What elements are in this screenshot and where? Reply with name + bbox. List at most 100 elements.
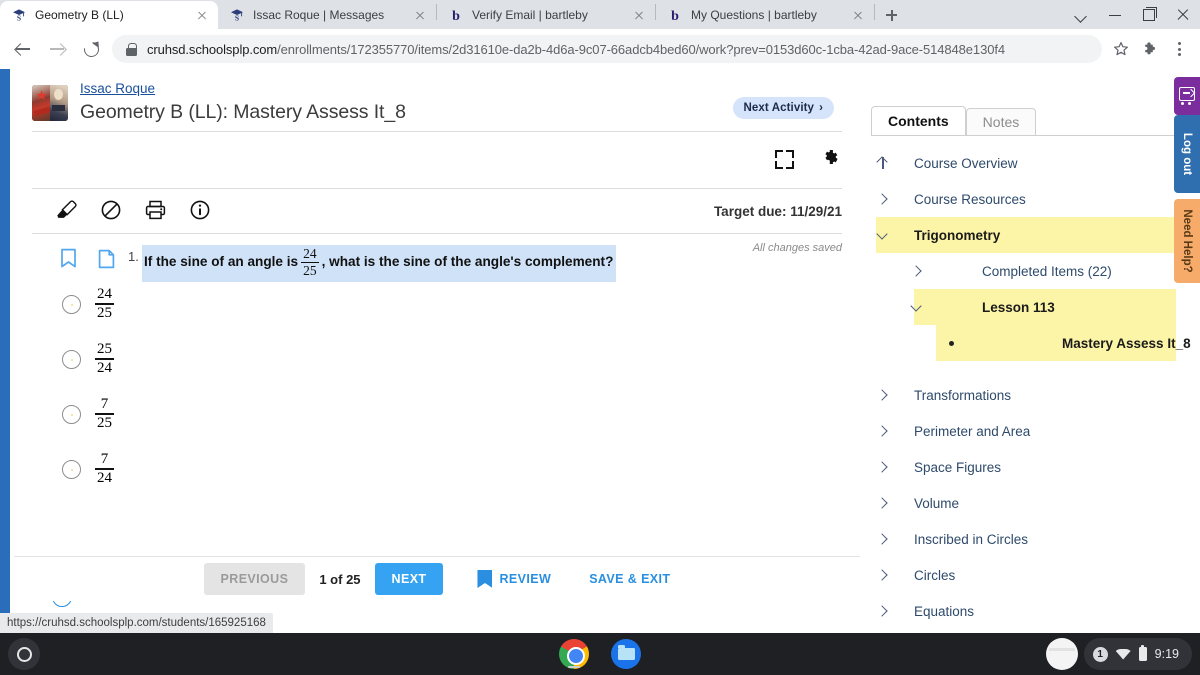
minimize-icon[interactable] <box>1098 0 1132 29</box>
clock-time: 9:19 <box>1154 647 1179 661</box>
fraction-numerator: 24 <box>303 246 317 261</box>
browser-tab-2[interactable]: S Issac Roque | Messages <box>218 1 436 29</box>
radio-button[interactable] <box>62 295 81 314</box>
answer-choice[interactable]: 7 25 <box>14 395 860 450</box>
browser-tab-title: Issac Roque | Messages <box>253 8 385 22</box>
toc-label: Course Overview <box>914 155 1018 171</box>
question-row: 1. If the sine of an angle is 24 25 , wh… <box>14 245 860 282</box>
bookmark-icon[interactable] <box>60 248 77 269</box>
save-and-exit-button[interactable]: SAVE & EXIT <box>589 572 670 586</box>
files-app-button[interactable] <box>611 639 641 669</box>
maximize-icon[interactable] <box>1132 0 1166 29</box>
previous-button[interactable]: PREVIOUS <box>203 563 306 595</box>
browser-tab-3[interactable]: b Verify Email | bartleby <box>437 1 655 29</box>
target-due-text: Target due: 11/29/21 <box>713 204 842 219</box>
toc-item-inscribed-in-circles[interactable]: Inscribed in Circles <box>866 521 1200 557</box>
contents-panel: Contents Notes Course Overview Course Re… <box>866 69 1200 633</box>
chevron-down-icon[interactable] <box>1064 0 1098 29</box>
extensions-icon[interactable] <box>1136 34 1166 64</box>
app-running-dot <box>568 666 580 668</box>
need-help-button[interactable]: Need Help? <box>1174 199 1200 283</box>
choice-fraction: 24 25 <box>95 286 114 321</box>
fraction-numerator: 7 <box>100 396 109 412</box>
close-icon[interactable] <box>412 7 428 23</box>
answer-choice[interactable]: 25 24 <box>14 340 860 395</box>
close-icon[interactable] <box>194 7 210 23</box>
toc-item-course-overview[interactable]: Course Overview <box>866 145 1200 181</box>
radio-button[interactable] <box>62 460 81 479</box>
chevron-right-icon <box>876 424 890 438</box>
cart-button[interactable] <box>1174 77 1200 115</box>
chevron-right-icon: › <box>819 102 823 114</box>
review-button[interactable]: REVIEW <box>477 570 551 588</box>
choice-fraction: 25 24 <box>95 341 114 376</box>
toc-item-transformations[interactable]: Transformations <box>866 377 1200 413</box>
browser-menu-icon[interactable] <box>1166 34 1192 64</box>
chevron-right-icon <box>876 388 890 402</box>
toc-item-space-figures[interactable]: Space Figures <box>866 449 1200 485</box>
logout-button[interactable]: Log out <box>1174 115 1200 193</box>
close-icon[interactable] <box>850 7 866 23</box>
annotation-tools-row: Target due: 11/29/21 All changes saved <box>14 189 860 254</box>
toc-item-course-resources[interactable]: Course Resources <box>866 181 1200 217</box>
files-icon <box>611 639 641 669</box>
svg-text:b: b <box>452 9 460 23</box>
browser-tab-title: Geometry B (LL) <box>35 8 124 22</box>
panel-tabs-underline <box>871 135 1191 136</box>
answer-choice[interactable]: 7 24 <box>14 450 860 505</box>
question-number: 1. <box>128 249 139 264</box>
radio-button[interactable] <box>62 350 81 369</box>
toc-item-mastery-assess-it-8[interactable]: Mastery Assess It_8 <box>866 325 1200 361</box>
fraction-numerator: 24 <box>97 286 112 302</box>
bartleby-b-icon: b <box>667 7 683 24</box>
close-window-icon[interactable] <box>1166 0 1200 29</box>
answer-choice[interactable]: 24 25 <box>14 285 860 340</box>
url-path: /enrollments/172355770/items/2d31610e-da… <box>277 41 1005 57</box>
toc-label: Circles <box>914 567 956 583</box>
system-tray[interactable]: 1 9:19 <box>1045 638 1192 670</box>
next-activity-button[interactable]: Next Activity › <box>732 97 834 119</box>
chevron-down-icon <box>876 228 890 242</box>
toc-item-trigonometry[interactable]: Trigonometry <box>866 217 1200 253</box>
toc-item-lesson-113[interactable]: Lesson 113 <box>866 289 1200 325</box>
note-icon[interactable] <box>98 249 115 269</box>
new-tab-button[interactable] <box>877 1 905 29</box>
print-icon[interactable] <box>144 199 167 226</box>
annotation-tools <box>54 199 211 226</box>
avatar <box>32 85 68 121</box>
toc-item-perimeter-and-area[interactable]: Perimeter and Area <box>866 413 1200 449</box>
toc-item-volume[interactable]: Volume <box>866 485 1200 521</box>
address-bar[interactable]: cruhsd.schoolsplp.com/enrollments/172355… <box>112 35 1102 63</box>
next-button[interactable]: NEXT <box>374 563 444 595</box>
battery-icon <box>1138 644 1147 661</box>
back-icon[interactable] <box>8 34 38 64</box>
radio-button[interactable] <box>62 405 81 424</box>
gear-icon[interactable] <box>820 147 840 172</box>
forward-icon[interactable] <box>42 34 72 64</box>
highlighter-icon[interactable] <box>54 199 78 226</box>
reload-icon[interactable] <box>76 34 106 64</box>
tab-contents[interactable]: Contents <box>871 106 966 135</box>
browser-tab-1[interactable]: S Geometry B (LL) <box>0 1 218 29</box>
clear-highlight-icon[interactable] <box>100 199 122 226</box>
fullscreen-icon[interactable] <box>775 150 794 169</box>
tab-notes[interactable]: Notes <box>965 108 1037 135</box>
close-icon[interactable] <box>631 7 647 23</box>
chevron-right-icon <box>910 264 924 278</box>
avatar[interactable] <box>1045 638 1078 670</box>
bookmark-star-icon[interactable] <box>1106 34 1136 64</box>
student-name-link[interactable]: Issac Roque <box>80 81 155 97</box>
toc-item-equations[interactable]: Equations <box>866 593 1200 629</box>
logout-label: Log out <box>1181 132 1193 176</box>
toc-item-circles[interactable]: Circles <box>866 557 1200 593</box>
bullet-icon <box>949 341 954 346</box>
lock-icon <box>126 42 137 56</box>
fraction-denominator: 25 <box>303 263 317 279</box>
svg-text:S: S <box>17 13 21 22</box>
view-tools-row <box>14 131 860 189</box>
browser-tab-4[interactable]: b My Questions | bartleby <box>656 1 874 29</box>
info-icon[interactable] <box>189 199 211 226</box>
toc-item-completed-items[interactable]: Completed Items (22) <box>866 253 1200 289</box>
chrome-app-button[interactable] <box>559 639 589 669</box>
status-area[interactable]: 1 9:19 <box>1083 638 1192 670</box>
